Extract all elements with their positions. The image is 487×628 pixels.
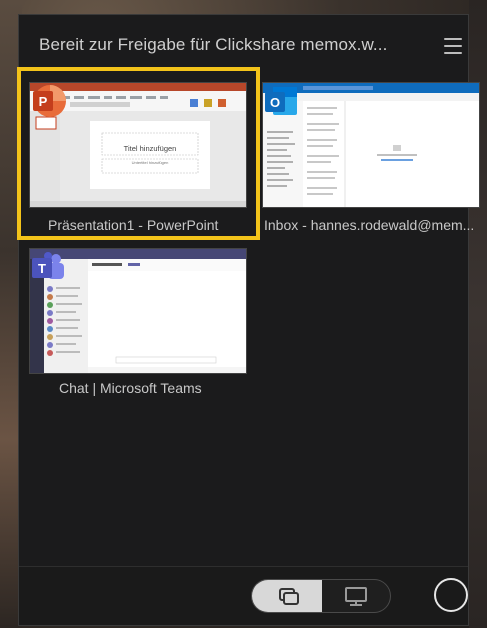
window-share-icon [279,588,299,605]
bottom-bar [19,566,468,625]
window-label-powerpoint[interactable]: Präsentation1 - PowerPoint [48,217,248,233]
window-share-button[interactable] [252,580,322,612]
window-label-outlook[interactable]: Inbox - hannes.rodewald@mem... [264,217,476,233]
svg-text:P: P [39,94,48,109]
slide-subtitle-text: Untertitel hinzufügen [131,160,169,165]
share-panel: Bereit zur Freigabe für Clickshare memox… [17,14,480,626]
window-thumbnail-outlook[interactable]: O [262,82,480,208]
hamburger-menu-icon[interactable] [444,38,462,54]
slide-title-text: Titel hinzufügen [123,144,177,153]
svg-text:O: O [270,95,280,110]
share-mode-toggle[interactable] [251,579,391,613]
panel-header: Bereit zur Freigabe für Clickshare memox… [19,15,468,75]
window-thumbnail-powerpoint[interactable]: Titel hinzufügen Untertitel hinzufügen P [29,82,247,208]
svg-text:T: T [38,261,46,276]
circle-button-icon[interactable] [434,578,468,612]
outlook-icon: O [263,83,299,119]
panel-title: Bereit zur Freigabe für Clickshare memox… [39,35,388,54]
desktop-share-icon [345,587,367,606]
window-label-teams[interactable]: Chat | Microsoft Teams [59,380,229,396]
teams-icon: T [30,249,66,285]
powerpoint-icon: P [30,83,66,119]
window-thumbnail-teams[interactable]: T [29,248,247,374]
desktop-share-button[interactable] [322,580,390,612]
